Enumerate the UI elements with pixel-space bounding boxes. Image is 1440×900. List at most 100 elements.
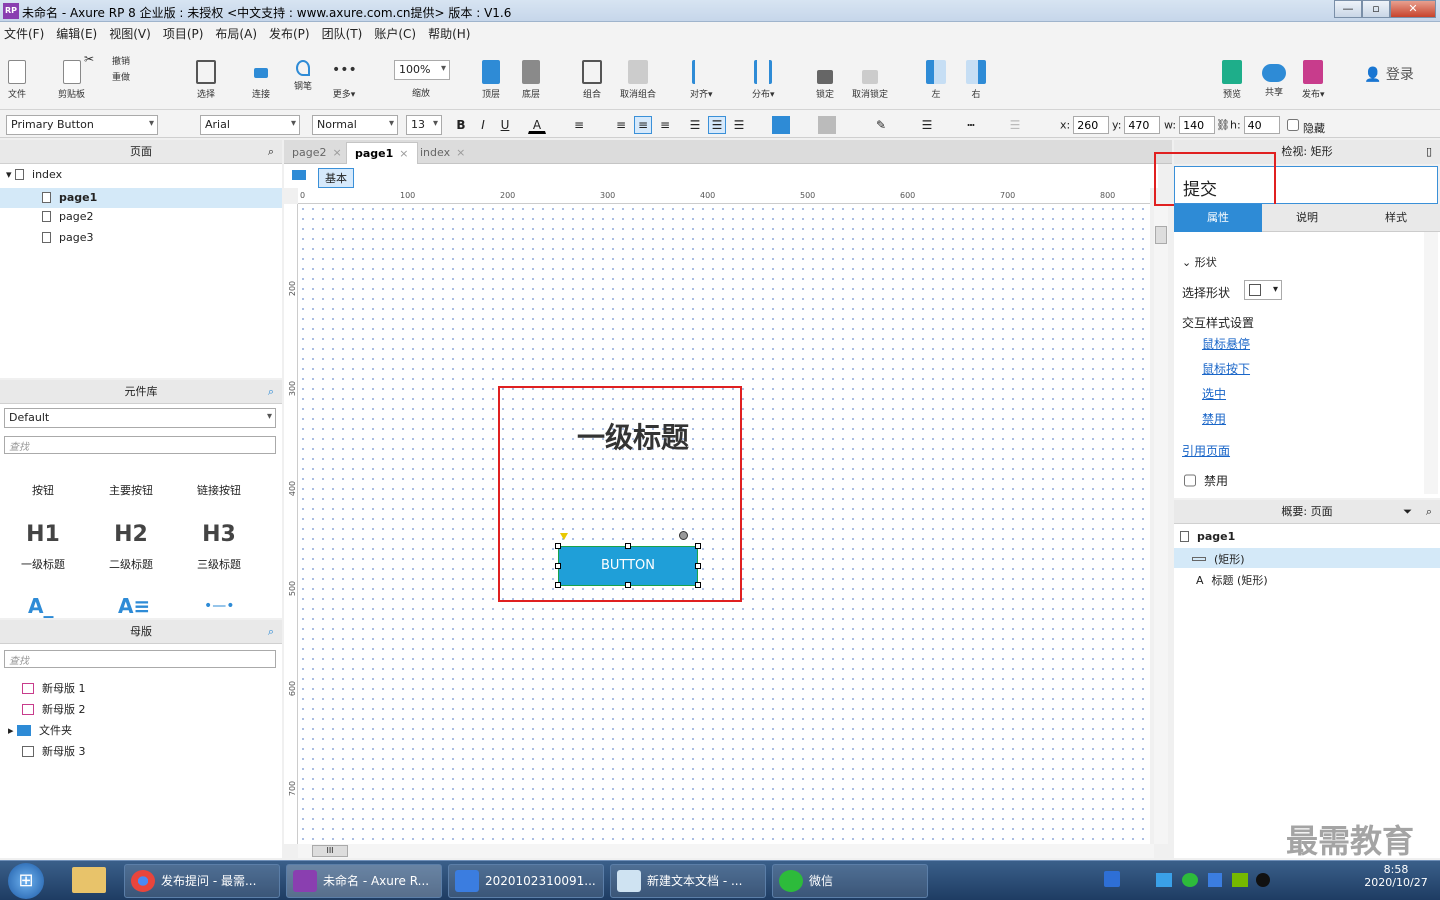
redo-button[interactable]: 重做: [112, 70, 130, 83]
disable-checkbox[interactable]: 禁用: [1184, 472, 1228, 489]
w-input[interactable]: [1179, 116, 1216, 134]
widget-label-icon[interactable]: A_: [28, 594, 53, 618]
widget-line-icon[interactable]: •—•: [204, 598, 235, 614]
tray-shield-icon[interactable]: [1208, 873, 1222, 887]
shadow-button[interactable]: [818, 116, 836, 134]
bring-front-button[interactable]: 顶层: [482, 60, 500, 100]
widget-h2[interactable]: 二级标题: [96, 556, 166, 572]
underline-button[interactable]: U: [496, 116, 514, 134]
page-item-page2[interactable]: page2: [42, 210, 93, 223]
adaptive-view-icon[interactable]: [292, 170, 306, 180]
distribute-button[interactable]: 分布▾: [752, 60, 775, 100]
page-item-page3[interactable]: page3: [42, 231, 93, 244]
close-button[interactable]: ✕: [1390, 0, 1436, 18]
resize-handle[interactable]: [695, 582, 701, 588]
selected-link[interactable]: 选中: [1202, 385, 1226, 402]
widget-button[interactable]: 按钮: [8, 482, 78, 498]
page-index[interactable]: ▾ index: [6, 168, 62, 181]
align-right-button[interactable]: 右: [966, 60, 986, 100]
align-center-icon[interactable]: ≡: [634, 116, 652, 134]
pen-button[interactable]: 钢笔: [294, 60, 312, 92]
maximize-button[interactable]: ▫: [1362, 0, 1390, 18]
undo-button[interactable]: 撤销: [112, 54, 130, 67]
close-icon[interactable]: ×: [456, 146, 465, 159]
resize-handle[interactable]: [625, 543, 631, 549]
search-icon[interactable]: ⌕: [268, 380, 274, 404]
outline-item-heading[interactable]: A 标题 (矩形): [1196, 572, 1268, 588]
hide-checkbox[interactable]: 隐藏: [1284, 116, 1325, 136]
widget-h1-icon[interactable]: H1: [8, 522, 78, 547]
h-input[interactable]: [1243, 116, 1280, 134]
resize-handle[interactable]: [555, 582, 561, 588]
inspector-scrollbar[interactable]: [1424, 232, 1438, 494]
adaptive-view-base[interactable]: 基本: [318, 168, 354, 188]
align-button[interactable]: 对齐▾: [690, 60, 713, 100]
menu-team[interactable]: 团队(T): [322, 25, 363, 42]
connect-button[interactable]: 连接: [252, 60, 270, 100]
shape-section[interactable]: ⌄ 形状: [1182, 254, 1217, 270]
filter-icon[interactable]: ⏷: [1403, 500, 1412, 524]
mouse-down-link[interactable]: 鼠标按下: [1202, 360, 1250, 377]
task-notepad[interactable]: 新建文本文档 - ...: [610, 864, 766, 898]
resize-handle[interactable]: [695, 543, 701, 549]
tab-style[interactable]: 样式: [1352, 204, 1440, 232]
tray-nvidia-icon[interactable]: [1232, 873, 1248, 887]
close-icon[interactable]: ×: [332, 146, 341, 159]
search-icon[interactable]: ⌕: [268, 140, 274, 164]
menu-account[interactable]: 账户(C): [374, 25, 416, 42]
bold-button[interactable]: B: [452, 116, 470, 134]
group-button[interactable]: 组合: [582, 60, 602, 100]
fill-color-button[interactable]: [772, 116, 790, 134]
master-item-3[interactable]: 新母版 3: [22, 743, 86, 759]
menu-publish[interactable]: 发布(P): [269, 25, 310, 42]
tray-qq-icon[interactable]: [1256, 873, 1270, 887]
design-canvas[interactable]: 一级标题 BUTTON: [298, 204, 1150, 844]
outline-item-rect[interactable]: (矩形): [1174, 548, 1440, 568]
login-button[interactable]: 👤 登录: [1364, 64, 1414, 84]
start-button[interactable]: ⊞: [8, 863, 44, 899]
task-chrome[interactable]: 发布提问 - 最需...: [124, 864, 280, 898]
close-icon[interactable]: ×: [399, 147, 408, 160]
task-axure[interactable]: 未命名 - Axure R...: [286, 864, 442, 898]
align-left-button[interactable]: 左: [926, 60, 946, 100]
scroll-thumb[interactable]: [1155, 226, 1167, 244]
resize-handle[interactable]: [625, 582, 631, 588]
font-weight-select[interactable]: Normal: [312, 115, 398, 135]
tray-wechat-icon[interactable]: [1182, 873, 1198, 887]
menu-view[interactable]: 视图(V): [109, 25, 151, 42]
explorer-icon[interactable]: [72, 867, 106, 893]
tray-app-icon[interactable]: [1156, 873, 1172, 887]
select-button[interactable]: 选择: [196, 60, 216, 100]
hide-check[interactable]: [1287, 116, 1299, 134]
horizontal-scrollbar[interactable]: III: [298, 844, 1154, 858]
y-field[interactable]: y:: [1112, 116, 1161, 134]
share-button[interactable]: 共享: [1262, 60, 1286, 98]
cut-icon[interactable]: ✂: [84, 52, 94, 66]
lock-button[interactable]: 锁定: [816, 60, 834, 100]
search-icon[interactable]: ⌕: [1426, 500, 1432, 524]
line-width-icon[interactable]: ☰: [918, 116, 936, 134]
menu-help[interactable]: 帮助(H): [428, 25, 470, 42]
resize-handle[interactable]: [695, 563, 701, 569]
master-folder[interactable]: ▸ 文件夹: [8, 722, 72, 738]
align-bottom-icon[interactable]: ☰: [730, 116, 748, 134]
outline-page[interactable]: page1: [1180, 530, 1235, 543]
preview-button[interactable]: 预览: [1222, 60, 1242, 100]
tab-index[interactable]: index ×: [412, 142, 473, 164]
line-style-icon[interactable]: ┅: [962, 116, 980, 134]
file-button[interactable]: 文件: [8, 60, 26, 100]
align-left-icon[interactable]: ≡: [612, 116, 630, 134]
disabled-link[interactable]: 禁用: [1202, 410, 1226, 427]
disable-check[interactable]: [1184, 474, 1196, 487]
menu-project[interactable]: 项目(P): [163, 25, 204, 42]
font-family-select[interactable]: Arial: [200, 115, 300, 135]
clock[interactable]: 8:58 2020/10/27: [1360, 863, 1432, 889]
italic-button[interactable]: I: [474, 116, 492, 134]
resize-handle[interactable]: [555, 563, 561, 569]
notes-icon[interactable]: ▯: [1426, 140, 1432, 164]
widget-h2-icon[interactable]: H2: [96, 522, 166, 547]
resize-handle[interactable]: [555, 543, 561, 549]
widget-h3[interactable]: 三级标题: [184, 556, 254, 572]
bullet-list-icon[interactable]: ≡: [570, 116, 588, 134]
tab-notes[interactable]: 说明: [1263, 204, 1351, 232]
